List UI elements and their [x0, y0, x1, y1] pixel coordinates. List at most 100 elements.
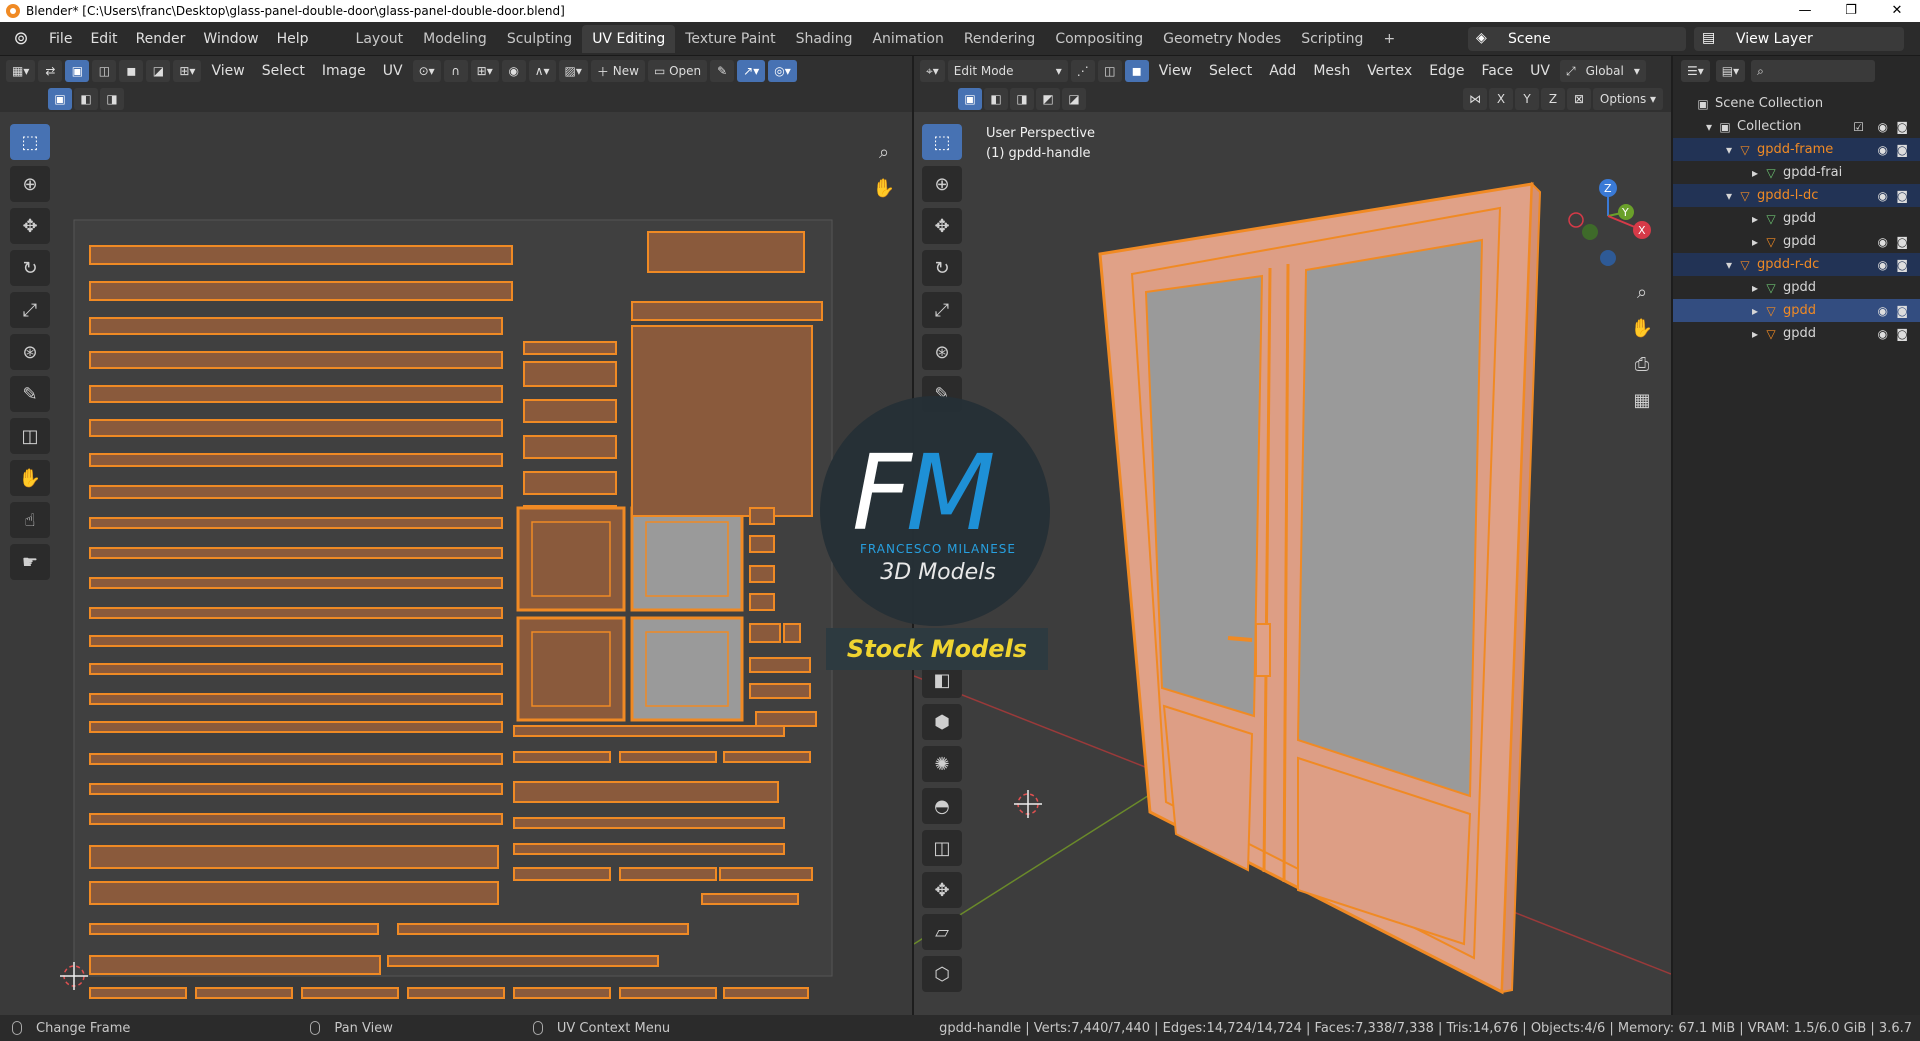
viewport-menu-vertex[interactable]: Vertex	[1360, 63, 1419, 79]
camera-icon[interactable]: ◙	[1896, 304, 1908, 318]
outliner-editor-type-icon[interactable]: ☰▾	[1681, 60, 1710, 82]
zoom-icon[interactable]: ⌕	[868, 136, 900, 168]
vp-pan-icon[interactable]: ✋	[1626, 314, 1658, 342]
face-mode-icon[interactable]: ◼	[1124, 60, 1149, 82]
eye-icon[interactable]: ◉	[1878, 235, 1888, 249]
tab-geometry-nodes[interactable]: Geometry Nodes	[1153, 25, 1291, 53]
viewport-menu-face[interactable]: Face	[1474, 63, 1520, 79]
vp-move-icon[interactable]: ✥	[922, 208, 962, 244]
camera-icon[interactable]: ◙	[1896, 143, 1908, 157]
camera-icon[interactable]: ◙	[1896, 327, 1908, 341]
scale-icon[interactable]: ⤢	[10, 292, 50, 328]
perspective-grid-icon[interactable]: ▦	[1626, 386, 1658, 414]
outliner-row[interactable]: ▸ ▽ gpdd ◉ ◙	[1673, 230, 1920, 253]
camera-icon[interactable]: ◙	[1896, 189, 1908, 203]
transform-icon[interactable]: ⊛	[10, 334, 50, 370]
mirror-icon[interactable]: ⋈	[1463, 88, 1487, 110]
menu-render[interactable]: Render	[127, 31, 195, 47]
gizmo-neg-y-icon[interactable]	[1582, 224, 1598, 240]
mirror-x-toggle[interactable]: X	[1489, 88, 1513, 110]
uv-menu-uv[interactable]: UV	[376, 63, 410, 79]
expand-arrow-icon[interactable]: ▾	[1701, 119, 1717, 135]
viewport-menu-mesh[interactable]: Mesh	[1306, 63, 1357, 79]
expand-arrow-icon[interactable]: ▸	[1747, 280, 1763, 296]
edge-mode-icon[interactable]: ◫	[1097, 60, 1122, 82]
relax-icon[interactable]: ☝	[10, 502, 50, 538]
face-select-icon[interactable]: ◼	[119, 60, 144, 82]
sync-selection-icon[interactable]: ⇄	[38, 60, 63, 82]
uv-menu-select[interactable]: Select	[255, 63, 312, 79]
select-extend-icon[interactable]: ◧	[74, 88, 98, 110]
uv-canvas[interactable]: ⬚ ⊕ ✥ ↻ ⤢ ⊛ ✎ ◫ ✋ ☝ ☛ ⌕ ✋	[0, 112, 912, 1015]
outliner-search-icon[interactable]: ⌕	[1751, 60, 1876, 82]
viewport-menu-edge[interactable]: Edge	[1422, 63, 1471, 79]
outliner-row[interactable]: ▸ ▽ gpdd ◉ ◙	[1673, 299, 1920, 322]
gizmo-toggle-icon[interactable]: ↗▾	[737, 60, 766, 82]
viewport-menu-add[interactable]: Add	[1262, 63, 1303, 79]
menu-file[interactable]: File	[40, 31, 81, 47]
eye-icon[interactable]: ◉	[1878, 143, 1888, 157]
sticky-mode-icon[interactable]: ⊞▾	[173, 60, 202, 82]
camera-icon[interactable]: ⎙	[1626, 350, 1658, 378]
gizmo-neg-z-icon[interactable]	[1600, 250, 1616, 266]
new-image-button[interactable]: ＋ New	[590, 60, 645, 82]
smooth-icon[interactable]: ◓	[922, 788, 962, 824]
maximize-button[interactable]: ❐	[1828, 0, 1874, 22]
orientation-selector[interactable]: ⤢ Global ▾	[1559, 60, 1646, 82]
eye-icon[interactable]: ◉	[1878, 258, 1888, 272]
camera-icon[interactable]: ◙	[1896, 235, 1908, 249]
tab-scripting[interactable]: Scripting	[1291, 25, 1373, 53]
rip-icon[interactable]: ◫	[10, 418, 50, 454]
outliner-row[interactable]: ▸ ▽ gpdd ◉ ◙	[1673, 322, 1920, 345]
mirror-z-toggle[interactable]: Z	[1541, 88, 1565, 110]
viewport-menu-select[interactable]: Select	[1202, 63, 1259, 79]
image-browse-icon[interactable]: ▨▾	[558, 60, 588, 82]
vp-zoom-icon[interactable]: ⌕	[1626, 278, 1658, 306]
outliner-row[interactable]: ▾ ▽ gpdd-l-dc ◉ ◙	[1673, 184, 1920, 207]
falloff-icon[interactable]: ∧▾	[528, 60, 556, 82]
expand-arrow-icon[interactable]: ▸	[1747, 165, 1763, 181]
scene-selector[interactable]: ◈ Scene	[1468, 27, 1686, 51]
expand-arrow-icon[interactable]: ▾	[1721, 142, 1737, 158]
move-icon[interactable]: ✥	[10, 208, 50, 244]
minimize-button[interactable]: —	[1782, 0, 1828, 22]
edge-slide-icon[interactable]: ◫	[922, 830, 962, 866]
gizmo-neg-x-icon[interactable]	[1568, 212, 1584, 228]
vp-transform-icon[interactable]: ⊛	[922, 334, 962, 370]
vertex-mode-icon[interactable]: ⋰	[1070, 60, 1095, 82]
edge-select-icon[interactable]: ◫	[92, 60, 117, 82]
grab-icon[interactable]: ✋	[10, 460, 50, 496]
pin-icon[interactable]: ✎	[710, 60, 735, 82]
expand-arrow-icon[interactable]: ▸	[1747, 234, 1763, 250]
vp-select-extend-icon[interactable]: ◧	[984, 88, 1008, 110]
poly-build-icon[interactable]: ⬢	[922, 704, 962, 740]
outliner-row[interactable]: ▾ ▣ Collection ☑ ◉ ◙	[1673, 115, 1920, 138]
vp-rotate-icon[interactable]: ↻	[922, 250, 962, 286]
outliner-row[interactable]: ▸ ▽ gpdd	[1673, 207, 1920, 230]
viewport-menu-uv[interactable]: UV	[1523, 63, 1557, 79]
expand-arrow-icon[interactable]: ▾	[1721, 257, 1737, 273]
eye-icon[interactable]: ◉	[1878, 120, 1888, 134]
open-image-button[interactable]: ▭ Open	[647, 60, 708, 82]
select-box-icon[interactable]: ⬚	[10, 124, 50, 160]
vp-select-new-icon[interactable]: ▣	[958, 88, 982, 110]
annotate-icon[interactable]: ✎	[10, 376, 50, 412]
uv-menu-view[interactable]: View	[204, 63, 251, 79]
blender-menu-icon[interactable]: ⊚	[8, 26, 34, 52]
eye-icon[interactable]: ◉	[1878, 189, 1888, 203]
outliner-row[interactable]: ▣ Scene Collection	[1673, 92, 1920, 115]
eye-icon[interactable]: ◉	[1878, 327, 1888, 341]
display-mode-icon[interactable]: ▤▾	[1715, 60, 1746, 82]
menu-window[interactable]: Window	[194, 31, 267, 47]
vp-select-intersect-icon[interactable]: ◪	[1062, 88, 1086, 110]
outliner-row[interactable]: ▾ ▽ gpdd-r-dc ◉ ◙	[1673, 253, 1920, 276]
exclude-checkbox[interactable]: ☑	[1853, 120, 1864, 134]
vp-select-subtract-icon[interactable]: ◨	[1010, 88, 1034, 110]
menu-help[interactable]: Help	[268, 31, 318, 47]
viewport-menu-view[interactable]: View	[1152, 63, 1199, 79]
vertex-select-icon[interactable]: ▣	[65, 60, 90, 82]
tab-sculpting[interactable]: Sculpting	[497, 25, 582, 53]
outliner-row[interactable]: ▾ ▽ gpdd-frame ◉ ◙	[1673, 138, 1920, 161]
add-workspace-button[interactable]: +	[1373, 25, 1405, 53]
viewport-editor-type-icon[interactable]: ⌖▾	[920, 60, 945, 82]
